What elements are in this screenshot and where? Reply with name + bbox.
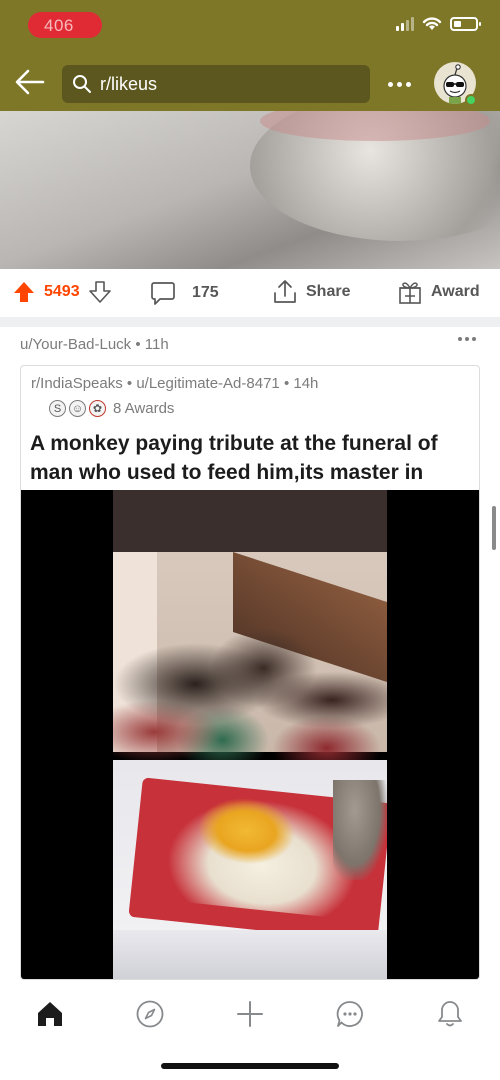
crosspost-age: 14h — [293, 375, 319, 392]
more-options-button[interactable] — [384, 72, 414, 96]
previous-post-media[interactable] — [0, 111, 500, 269]
nav-create-post[interactable] — [230, 994, 270, 1034]
award-label: Award — [431, 283, 480, 300]
search-query: r/likeus — [100, 73, 158, 94]
back-button[interactable] — [12, 64, 48, 100]
wifi-icon — [422, 17, 442, 30]
screen-recording-indicator[interactable]: 406 — [28, 12, 102, 38]
award-button[interactable]: Award — [397, 279, 480, 305]
crosspost-meta: r/IndiaSpeaks • u/Legitimate-Ad-8471 • 1… — [31, 375, 319, 392]
crosspost-author[interactable]: u/Legitimate-Ad-8471 — [136, 375, 279, 392]
battery-icon — [450, 16, 481, 31]
wholesome-award-icon: ✿ — [89, 400, 106, 417]
awards-row[interactable]: S ☺ ✿ 8 Awards — [49, 400, 174, 417]
silver-award-icon: S — [49, 400, 66, 417]
create-post-icon — [237, 1001, 263, 1027]
top-app-bar: 406 r/likeus — [0, 0, 500, 111]
post-meta: u/Your-Bad-Luck • 11h — [20, 336, 169, 353]
recording-digits: 406 — [44, 16, 74, 35]
previous-post-action-bar: 5493 175 Share Award — [0, 269, 500, 317]
home-icon — [38, 1002, 62, 1026]
gift-icon — [399, 282, 421, 304]
chat-icon — [336, 1001, 363, 1027]
meta-separator: • — [135, 336, 145, 353]
post-age: 11h — [144, 336, 169, 353]
laughing-award-icon: ☺ — [69, 400, 86, 417]
post-video[interactable] — [21, 490, 479, 979]
feed-divider — [0, 317, 500, 327]
comments-button[interactable]: 175 — [150, 280, 219, 306]
home-indicator[interactable] — [161, 1063, 339, 1069]
vote-score: 5493 — [44, 283, 80, 300]
notifications-icon — [438, 1001, 462, 1027]
crosspost-subreddit[interactable]: r/IndiaSpeaks — [31, 375, 123, 392]
comment-count: 175 — [192, 284, 219, 301]
nav-home[interactable] — [30, 994, 70, 1034]
search-icon — [73, 75, 91, 93]
crosspost-card[interactable]: r/IndiaSpeaks • u/Legitimate-Ad-8471 • 1… — [20, 365, 480, 980]
search-bar[interactable]: r/likeus — [62, 65, 370, 103]
nav-discover[interactable] — [130, 994, 170, 1034]
share-icon — [274, 280, 296, 303]
post-more-options-button[interactable] — [458, 337, 476, 341]
online-status-dot — [465, 94, 477, 106]
comment-icon — [151, 282, 175, 305]
nav-notifications[interactable] — [430, 994, 470, 1034]
share-button[interactable]: Share — [272, 279, 350, 305]
awards-count: 8 Awards — [113, 400, 175, 417]
arrow-left-icon — [15, 69, 45, 95]
vote-controls: 5493 — [12, 280, 112, 304]
scrollbar[interactable] — [492, 506, 496, 550]
post-author[interactable]: u/Your-Bad-Luck — [20, 336, 131, 353]
video-frame — [113, 490, 387, 979]
downvote-icon[interactable] — [88, 280, 112, 304]
upvote-icon[interactable] — [12, 280, 36, 304]
nav-chat[interactable] — [330, 994, 370, 1034]
cellular-signal-icon — [396, 16, 414, 31]
status-icons — [396, 16, 481, 31]
discover-icon — [136, 1000, 164, 1028]
share-label: Share — [306, 283, 351, 300]
